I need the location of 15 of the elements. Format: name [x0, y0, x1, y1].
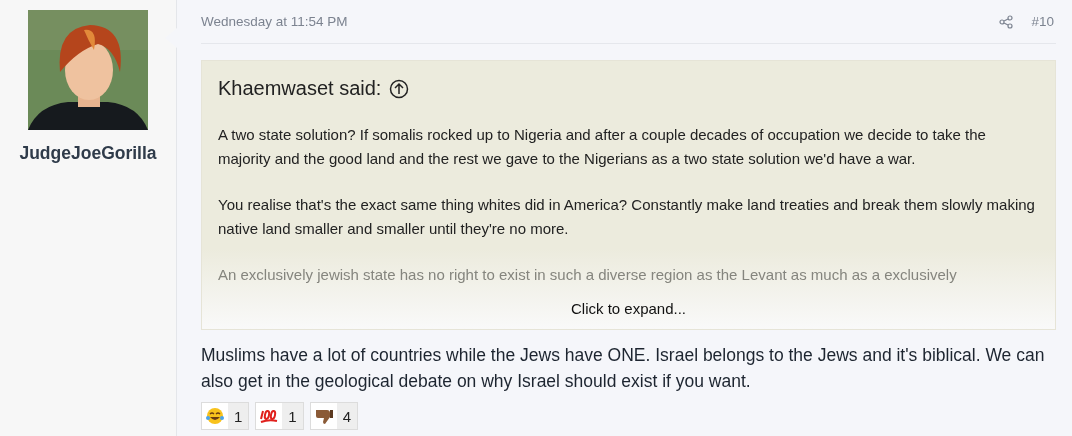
click-to-expand-link[interactable]: Click to expand... — [570, 300, 687, 317]
arrow-up-circle-icon[interactable] — [389, 78, 410, 99]
quote-paragraph: A two state solution? If somalis rocked up to Nigeria and after a couple decades of occupation we decide to take the majority and the good land and the rest we gave to the Nigerians as a two state solution we'd have a war. — [218, 125, 987, 169]
reaction-button[interactable]: 1 — [201, 402, 250, 430]
post-number-link[interactable]: #10 — [1031, 14, 1056, 29]
quote-paragraph: You realise that's the exact same thing whites did in America? Constantly make land treaties and break them slowly making native land smaller and smaller until they're no more. — [218, 195, 1036, 239]
post-timestamp[interactable]: Wednesday at 11:54 PM — [201, 14, 982, 29]
reaction-button[interactable]: 4 — [309, 402, 359, 430]
quote-author[interactable]: Khaemwaset said: — [218, 77, 382, 100]
laughing-emoji-icon — [205, 406, 225, 426]
username[interactable]: JudgeJoeGorilla — [19, 143, 157, 164]
share-icon[interactable] — [999, 14, 1014, 29]
quote-paragraph: An exclusively jewish state has no right to exist in such a diverse region as the Levant as much as a exclusively — [218, 265, 958, 285]
post-body: Muslims have a lot of countries while the Jews have ONE. Israel belongs to the Jews and it's biblical. We can also get in the geological debate on why Israel should exist if you want. — [201, 344, 1046, 393]
reaction-button[interactable]: 1 — [255, 402, 304, 430]
